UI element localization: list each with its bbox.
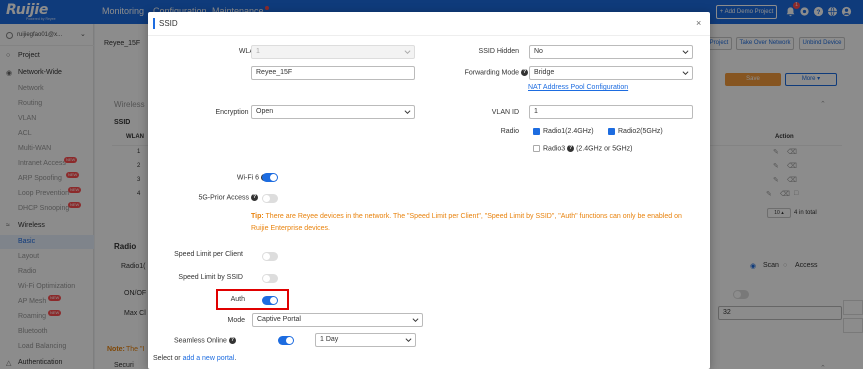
ssid-hidden-label: SSID Hidden <box>478 48 519 55</box>
vlan-id-input[interactable]: 1 <box>529 105 693 119</box>
mode-label: Mode <box>227 317 245 324</box>
5g-prior-text: 5G-Prior Access <box>198 194 250 202</box>
radio3-label: Radio3 ? (2.4GHz or 5GHz) <box>543 145 633 152</box>
ssid-hidden-value: No <box>534 48 543 55</box>
wifi6-toggle[interactable] <box>262 173 278 182</box>
ssid-dialog: SSID × WLAN ID 1 SSID Hidden No SSID Rey… <box>148 12 710 369</box>
tip-text: There are Reyee devices in the network. … <box>251 213 682 232</box>
forwarding-mode-label: Forwarding Mode ? <box>448 69 528 76</box>
toggle-knob <box>270 174 277 181</box>
wifi6-text: Wi-Fi 6 <box>236 174 260 182</box>
toggle-knob <box>286 337 293 344</box>
chevron-down-icon <box>404 50 411 55</box>
speed-limit-per-client-toggle[interactable] <box>262 252 278 261</box>
ssid-input[interactable]: Reyee_15F <box>251 66 415 80</box>
chevron-down-icon <box>412 318 419 323</box>
seamless-online-label: Seamless Online ? <box>148 337 236 344</box>
radio3-text: Radio3 <box>543 145 566 153</box>
5g-prior-access-toggle[interactable] <box>262 194 278 203</box>
ssid-hidden-select[interactable]: No <box>529 45 693 59</box>
tip-message: Tip: There are Reyee devices in the netw… <box>251 211 691 235</box>
auth-highlight-box <box>216 289 289 310</box>
add-portal-link[interactable]: add a new portal <box>183 355 235 362</box>
forwarding-mode-select[interactable]: Bridge <box>529 66 693 80</box>
dialog-title: SSID <box>159 19 178 28</box>
radio2-checkbox[interactable] <box>608 128 615 135</box>
tip-prefix: Tip: <box>251 213 264 220</box>
encryption-mode-select[interactable]: Open <box>251 105 415 119</box>
radio-label: Radio <box>500 128 519 135</box>
speed-limit-per-client-label: Speed Limit per Client <box>174 251 243 258</box>
close-icon[interactable]: × <box>696 18 701 28</box>
radio3-checkbox[interactable] <box>533 145 540 152</box>
encryption-mode-value: Open <box>256 108 274 115</box>
auth-mode-select[interactable]: Captive Portal <box>252 313 423 327</box>
dialog-header: SSID × <box>148 12 710 36</box>
seamless-online-text: Seamless Online <box>174 337 227 345</box>
help-icon[interactable]: ? <box>228 337 236 344</box>
wlan-id-value: 1 <box>256 48 260 55</box>
vlan-id-label: VLAN ID <box>491 109 519 116</box>
radio2-label: Radio2(5GHz) <box>618 128 663 135</box>
title-accent <box>153 18 155 29</box>
chevron-down-icon <box>405 338 412 343</box>
toggle-knob <box>263 275 270 282</box>
help-icon[interactable]: ? <box>567 145 575 152</box>
auth-mode-value: Captive Portal <box>257 316 301 323</box>
help-icon[interactable]: ? <box>251 194 258 201</box>
wifi6-label: Wi-Fi 6 ? <box>188 174 268 181</box>
seamless-duration-select[interactable]: 1 Day <box>315 333 416 347</box>
toggle-knob <box>263 195 270 202</box>
radio3-suffix: (2.4GHz or 5GHz) <box>576 145 633 153</box>
portal-selection-text: Select or add a new portal. <box>153 355 237 362</box>
nat-address-pool-link[interactable]: NAT Address Pool Configuration <box>528 84 628 91</box>
chevron-down-icon <box>682 50 689 55</box>
wlan-id-select: 1 <box>251 45 415 59</box>
speed-limit-by-ssid-label: Speed Limit by SSID <box>178 274 243 281</box>
chevron-down-icon <box>682 71 689 76</box>
toggle-knob <box>263 253 270 260</box>
help-icon[interactable]: ? <box>521 69 528 76</box>
forwarding-mode-text: Forwarding Mode <box>464 69 520 77</box>
radio1-checkbox[interactable] <box>533 128 540 135</box>
chevron-down-icon <box>404 110 411 115</box>
speed-limit-by-ssid-toggle[interactable] <box>262 274 278 283</box>
select-text: Select or <box>153 355 181 362</box>
radio1-label: Radio1(2.4GHz) <box>543 128 594 135</box>
seamless-online-toggle[interactable] <box>278 336 294 345</box>
5g-prior-access-label: 5G-Prior Access ? <box>158 194 258 201</box>
seamless-duration-value: 1 Day <box>320 336 339 343</box>
forwarding-mode-value: Bridge <box>534 69 555 76</box>
